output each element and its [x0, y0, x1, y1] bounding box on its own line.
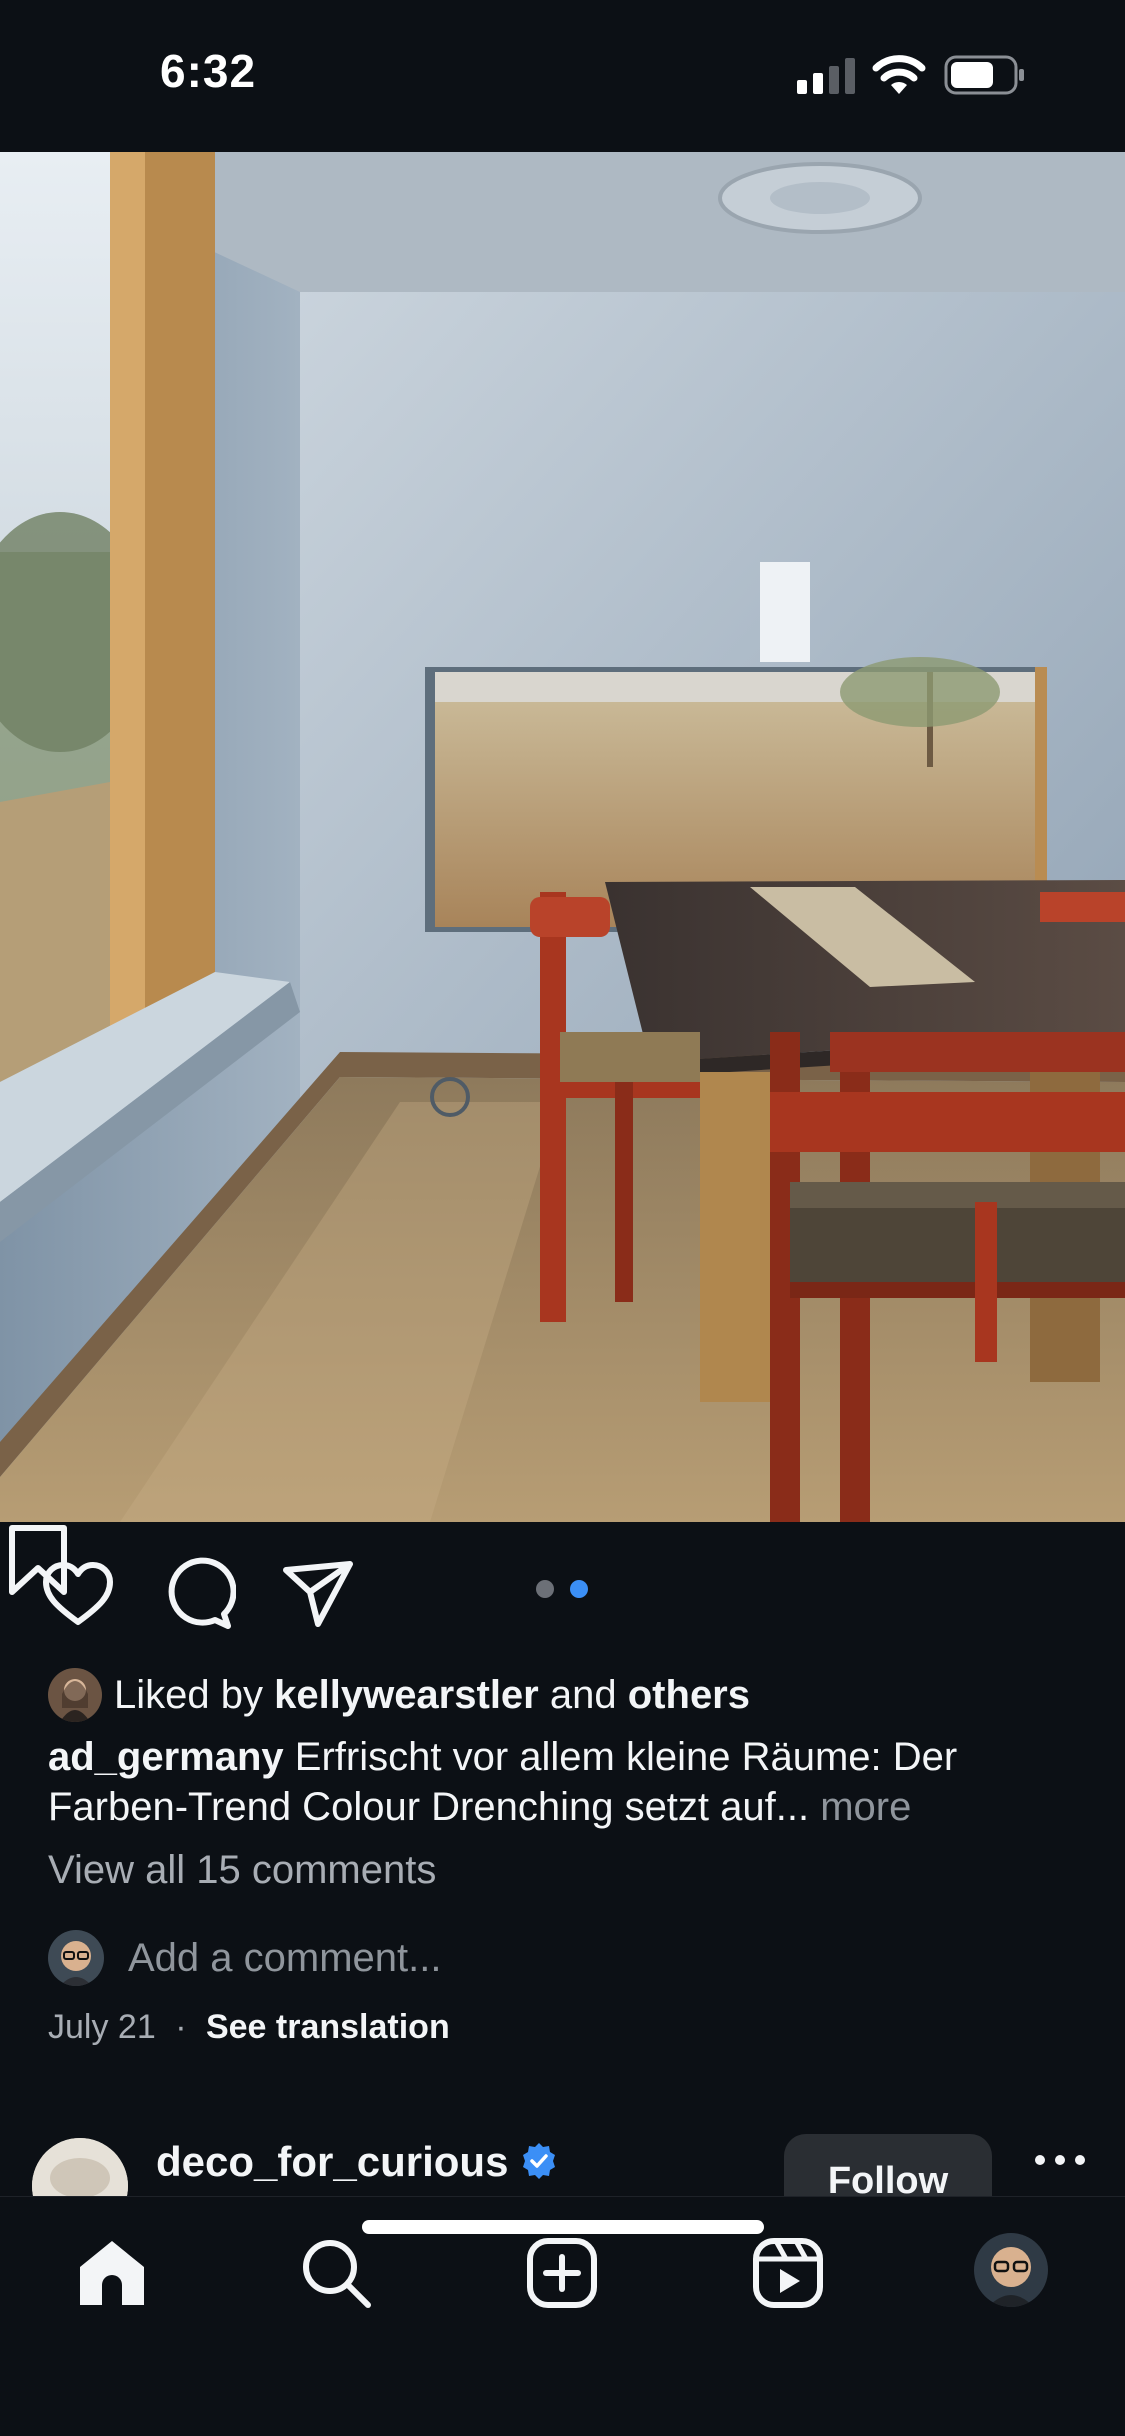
send-icon[interactable] [280, 1556, 356, 1632]
post-caption: ad_germany Erfrischt vor allem kleine Rä… [48, 1732, 1088, 1832]
post-image[interactable] [0, 152, 1125, 1522]
home-indicator [362, 2220, 764, 2234]
carousel-dot[interactable] [536, 1580, 554, 1598]
caption-username[interactable]: ad_germany [48, 1735, 284, 1779]
liker-username[interactable]: kellywearstler [274, 1673, 539, 1718]
search-icon[interactable] [298, 2235, 374, 2311]
next-post-avatar[interactable] [32, 2138, 128, 2196]
reels-icon[interactable] [750, 2235, 826, 2311]
heart-icon[interactable] [40, 1556, 116, 1632]
post-date: July 21 [48, 2008, 156, 2046]
create-icon[interactable] [524, 2235, 600, 2311]
comment-icon[interactable] [160, 1556, 236, 1632]
next-post-username[interactable]: deco_for_curious [156, 2138, 508, 2186]
battery-icon [944, 55, 1024, 95]
carousel-dot-active[interactable] [570, 1580, 588, 1598]
add-comment-input[interactable] [128, 1935, 828, 1981]
meta-separator: · [175, 2008, 187, 2046]
add-comment-row [48, 1930, 828, 1986]
home-icon[interactable] [74, 2235, 150, 2311]
liker-avatar [48, 1668, 102, 1722]
likes-and: and [549, 1672, 617, 1717]
post-meta: July 21 · See translation [48, 2008, 450, 2047]
see-translation-link[interactable]: See translation [206, 2008, 450, 2046]
likes-prefix: Liked by [114, 1672, 263, 1717]
verified-icon [523, 2143, 555, 2179]
status-bar: 6:32 [0, 0, 1125, 152]
follow-button[interactable]: Follow [784, 2134, 992, 2196]
post-actions [0, 1522, 1125, 1662]
more-icon[interactable] [1032, 2150, 1088, 2170]
dining-room-photo [0, 152, 1125, 1522]
signal-icon [797, 58, 855, 94]
wifi-icon [872, 55, 926, 94]
likes-others[interactable]: others [628, 1673, 750, 1718]
status-time: 6:32 [160, 45, 257, 97]
likes-row[interactable]: Liked by kellywearstler and others [48, 1668, 750, 1722]
profile-avatar[interactable] [974, 2233, 1048, 2307]
caption-more-link[interactable]: more [820, 1785, 911, 1829]
view-all-comments-link[interactable]: View all 15 comments [48, 1848, 436, 1893]
next-post-header: deco_for_curious Follow [0, 2120, 1125, 2196]
current-user-avatar [48, 1930, 104, 1986]
